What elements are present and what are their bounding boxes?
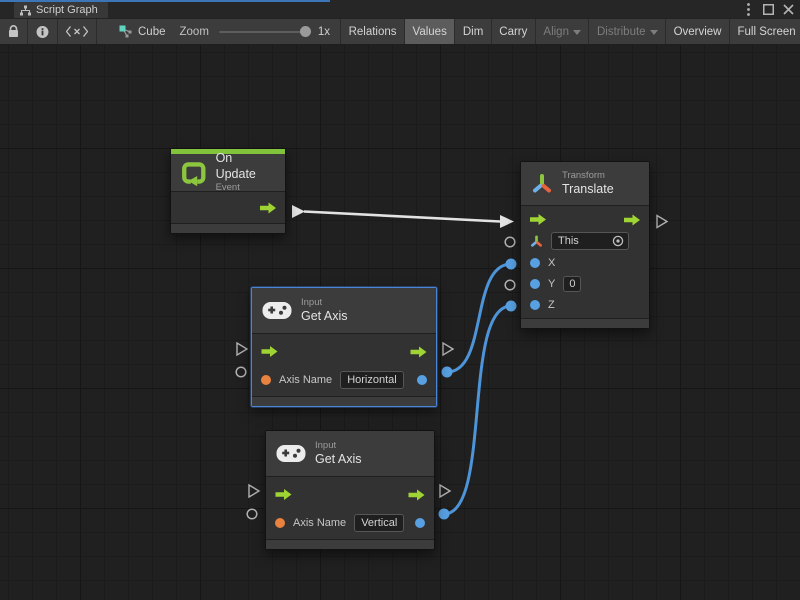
node-footer <box>521 318 649 328</box>
axis-name-field[interactable]: Horizontal <box>340 371 404 389</box>
node-title: On Update <box>216 151 275 182</box>
node-group-label: Input <box>301 297 348 309</box>
flow-output-port[interactable] <box>408 489 425 500</box>
graph-asset-label: Cube <box>138 26 166 38</box>
gamepad-icon <box>262 301 292 320</box>
distribute-button[interactable]: Distribute <box>589 19 666 44</box>
update-loop-icon <box>181 160 207 186</box>
value-input-port-y[interactable] <box>530 279 540 289</box>
tab-strip: Script Graph <box>0 0 800 18</box>
value-wire-horizontal-x[interactable] <box>447 264 511 372</box>
node-group-label: Input <box>315 440 362 452</box>
self-object-value: This <box>558 234 579 248</box>
port-label-y: Y <box>548 278 555 290</box>
code-view-button[interactable] <box>58 19 97 44</box>
gamepad-icon <box>276 444 306 463</box>
dim-button[interactable]: Dim <box>455 19 491 44</box>
unconnected-flow-triangle-axish-in[interactable] <box>237 343 247 355</box>
flow-output-port[interactable] <box>260 202 276 213</box>
graph-asset-icon <box>119 25 132 38</box>
flow-input-port[interactable] <box>261 346 278 357</box>
maximize-icon[interactable] <box>760 1 776 17</box>
string-input-port[interactable] <box>261 375 271 385</box>
node-title: Get Axis <box>315 452 362 468</box>
angle-brackets-x-icon <box>66 26 88 37</box>
graph-toolbar: Cube Zoom 1x Relations Values Dim Carry … <box>0 18 800 45</box>
port-label-x: X <box>548 257 555 269</box>
zoom-label: Zoom <box>180 26 212 38</box>
info-icon <box>36 25 49 39</box>
script-graph-window: Script Graph <box>0 0 800 600</box>
node-title: Get Axis <box>301 309 348 325</box>
value-output-port[interactable] <box>417 375 427 385</box>
node-get-axis-horizontal[interactable]: Input Get Axis Axis Name Horizontal <box>251 287 437 407</box>
overview-button[interactable]: Overview <box>666 19 730 44</box>
tab-title: Script Graph <box>36 4 98 16</box>
y-value-field[interactable]: 0 <box>563 276 581 292</box>
flow-input-port[interactable] <box>275 489 292 500</box>
unconnected-flow-triangle-translate-out[interactable] <box>657 216 667 228</box>
zoom-slider-handle[interactable] <box>300 26 311 37</box>
value-input-port-z[interactable] <box>530 300 540 310</box>
unconnected-flow-triangle-axish-out[interactable] <box>443 343 453 355</box>
value-input-port-x[interactable] <box>530 258 540 268</box>
port-label-axis-name: Axis Name <box>279 374 332 386</box>
lock-button[interactable] <box>0 19 28 44</box>
value-output-port[interactable] <box>415 518 425 528</box>
tab-script-graph[interactable]: Script Graph <box>14 2 108 18</box>
node-get-axis-vertical[interactable]: Input Get Axis Axis Name Vertical <box>265 430 435 550</box>
unconnected-flow-triangle-axisv-out[interactable] <box>440 485 450 497</box>
flow-wire-end-arrow <box>500 215 514 228</box>
graph-asset-picker[interactable]: Cube <box>97 19 180 44</box>
node-footer <box>266 539 434 549</box>
node-title: Translate <box>562 182 614 198</box>
flow-wire-start-arrow <box>292 205 305 218</box>
node-on-update[interactable]: On Update Event <box>170 148 286 234</box>
port-label-axis-name: Axis Name <box>293 517 346 529</box>
target-picker-icon[interactable] <box>612 235 624 247</box>
unconnected-port-circle-axisname-v[interactable] <box>247 509 257 519</box>
node-translate[interactable]: Transform Translate <box>520 161 650 329</box>
value-wire-vertical-z[interactable] <box>444 306 511 514</box>
transform-icon <box>531 173 553 195</box>
node-footer <box>171 223 285 233</box>
axis-name-field[interactable]: Vertical <box>354 514 404 532</box>
port-label-z: Z <box>548 299 555 311</box>
flow-wire-onupdate-translate[interactable] <box>304 212 500 222</box>
unconnected-port-circle-this[interactable] <box>505 237 515 247</box>
node-footer <box>252 396 436 406</box>
info-button[interactable] <box>28 19 58 44</box>
window-controls <box>740 0 796 18</box>
node-group-label: Transform <box>562 170 614 182</box>
kebab-menu-icon[interactable] <box>740 1 756 17</box>
zoom-control: Zoom 1x <box>180 19 341 44</box>
lock-icon <box>8 25 19 38</box>
flow-output-port[interactable] <box>624 214 640 225</box>
transform-mini-icon <box>530 235 543 248</box>
close-icon[interactable] <box>780 1 796 17</box>
flow-output-port[interactable] <box>410 346 427 357</box>
unconnected-flow-triangle-axisv-in[interactable] <box>249 485 259 497</box>
relations-button[interactable]: Relations <box>341 19 405 44</box>
chevron-down-icon <box>650 30 658 35</box>
toolbar-toggle-group: Relations Values Dim Carry Align Distrib… <box>340 19 800 44</box>
align-button[interactable]: Align <box>536 19 590 44</box>
unconnected-port-circle-y[interactable] <box>505 280 515 290</box>
unconnected-port-circle-axisname-h[interactable] <box>236 367 246 377</box>
carry-button[interactable]: Carry <box>492 19 536 44</box>
zoom-slider[interactable] <box>219 31 311 33</box>
script-graph-icon <box>20 5 31 16</box>
chevron-down-icon <box>573 30 581 35</box>
self-object-field[interactable]: This <box>551 232 629 250</box>
flow-input-port[interactable] <box>530 214 546 225</box>
values-button[interactable]: Values <box>405 19 455 44</box>
string-input-port[interactable] <box>275 518 285 528</box>
fullscreen-button[interactable]: Full Screen <box>730 19 800 44</box>
graph-canvas[interactable]: On Update Event <box>0 45 800 600</box>
zoom-value: 1x <box>318 26 330 38</box>
